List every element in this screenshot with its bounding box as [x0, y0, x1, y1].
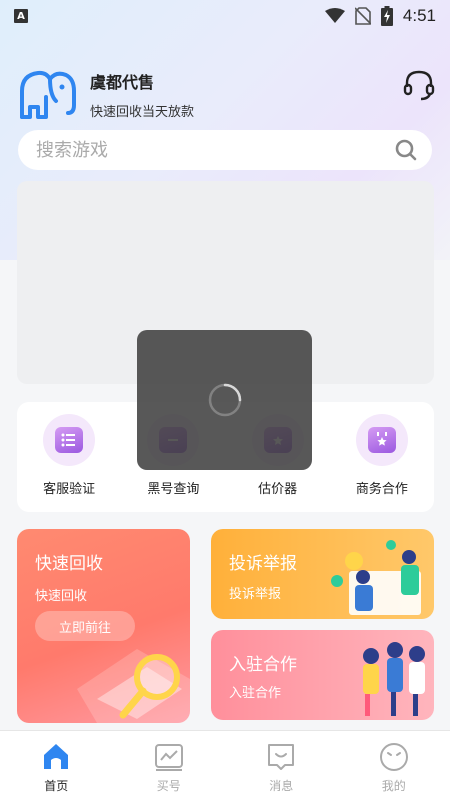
app-header: 虞都代售 快速回收当天放款 [16, 66, 436, 122]
status-time: 4:51 [402, 6, 436, 25]
search-bar[interactable] [18, 130, 432, 170]
tab-label: 首页 [44, 779, 69, 793]
loading-toast [137, 330, 312, 470]
shortcut-label: 黑号查询 [147, 482, 200, 497]
status-bar: A 4:51 [0, 0, 450, 32]
card-title: 快速回收 [35, 554, 103, 574]
tab-buy-account[interactable]: 买号 [124, 741, 214, 794]
brand-slogan: 快速回收当天放款 [90, 104, 195, 120]
shortcut-label: 客服验证 [43, 482, 96, 497]
tab-label: 消息 [269, 779, 294, 793]
home-icon [44, 744, 69, 769]
card-subtitle: 投诉举报 [229, 587, 282, 602]
list-icon [55, 427, 84, 453]
card-subtitle: 快速回收 [35, 589, 88, 604]
card-title: 投诉举报 [229, 554, 297, 574]
join-cooperation-card[interactable]: 入驻合作 入驻合作 [211, 630, 434, 720]
tab-profile[interactable]: 我的 [349, 741, 439, 794]
magnifier-illustration-icon [77, 649, 190, 723]
bottom-tab-bar: 首页 买号 消息 我的 [0, 730, 450, 800]
search-icon[interactable] [394, 138, 418, 162]
no-sim-icon [354, 7, 371, 25]
complaint-illustration-icon [331, 540, 421, 615]
loading-spinner-icon [208, 383, 241, 417]
elephant-logo-icon [20, 70, 76, 119]
chart-icon [154, 744, 183, 771]
card-title: 入驻合作 [229, 655, 297, 675]
team-illustration-icon [363, 642, 425, 716]
calendar-star-icon [367, 427, 396, 453]
tab-messages[interactable]: 消息 [236, 741, 326, 794]
shortcut-business[interactable]: 商务合作 [337, 414, 427, 512]
profile-icon [379, 743, 408, 771]
shortcut-label: 商务合作 [355, 482, 408, 497]
complaint-report-card[interactable]: 投诉举报 投诉举报 [211, 529, 434, 619]
wifi-icon [324, 8, 345, 23]
tab-label: 我的 [381, 779, 406, 793]
notification-a-icon: A [14, 9, 28, 23]
tab-home[interactable]: 首页 [11, 741, 101, 794]
quick-recycle-card[interactable]: 快速回收 快速回收 立即前往 [17, 529, 190, 723]
card-subtitle: 入驻合作 [229, 686, 282, 701]
brand-name: 虞都代售 [90, 72, 155, 92]
shortcut-label: 估价器 [258, 482, 298, 497]
message-icon [268, 744, 295, 770]
battery-charging-icon [380, 6, 393, 26]
customer-service-headset-icon[interactable] [402, 68, 436, 102]
go-now-button[interactable]: 立即前往 [35, 611, 135, 641]
search-input[interactable] [36, 139, 394, 161]
shortcut-customer-verify[interactable]: 客服验证 [24, 414, 114, 512]
tab-label: 买号 [156, 779, 181, 793]
